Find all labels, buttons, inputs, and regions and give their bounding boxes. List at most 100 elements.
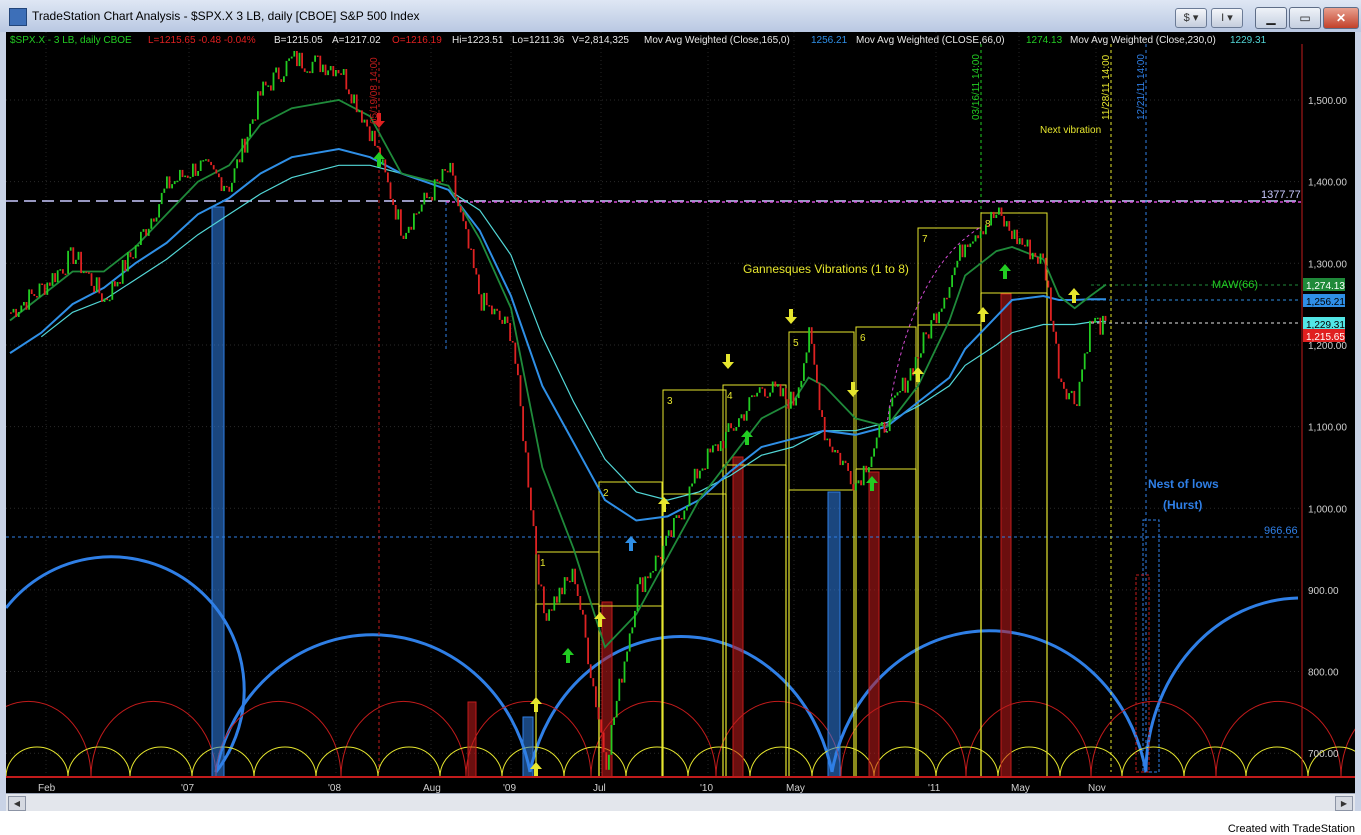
- down-bar: [696, 468, 699, 479]
- up-bar: [1089, 320, 1091, 352]
- yellow-cycle-arcs: [6, 746, 1355, 778]
- down-bar: [792, 391, 795, 406]
- down-bar: [753, 395, 756, 397]
- up-bar: [615, 700, 618, 718]
- up-bar: [920, 353, 922, 358]
- up-bar: [407, 226, 410, 233]
- down-bar: [332, 66, 335, 77]
- down-bar: [511, 341, 514, 343]
- red-arc: [6, 700, 92, 778]
- down-bar: [93, 285, 95, 293]
- down-bar: [168, 176, 171, 189]
- up-bar: [613, 717, 615, 725]
- down-bar: [316, 55, 319, 57]
- up-bar: [969, 243, 972, 248]
- down-bar: [366, 119, 368, 127]
- up-bar: [943, 297, 946, 309]
- down-bar: [488, 305, 491, 307]
- up-bar: [834, 450, 836, 453]
- down-bar: [992, 211, 995, 218]
- down-bar: [678, 515, 680, 518]
- down-bar: [509, 323, 511, 341]
- up-bar: [77, 251, 80, 260]
- down-bar: [966, 244, 969, 247]
- down-bar: [532, 510, 535, 527]
- vibration-box: [855, 326, 917, 470]
- vibration-box-number: 6: [860, 333, 866, 344]
- down-bar: [743, 414, 745, 421]
- up-bar: [756, 392, 758, 397]
- down-bar: [946, 297, 948, 300]
- down-bar: [218, 173, 220, 178]
- up-bar: [231, 182, 233, 192]
- up-bar: [311, 61, 314, 74]
- up-bar: [111, 281, 114, 300]
- down-bar: [519, 375, 522, 407]
- red-arc: [840, 700, 967, 778]
- red-arc: [340, 700, 467, 778]
- down-bar: [550, 609, 553, 611]
- up-bar: [433, 179, 436, 201]
- x-tick-label: Nov: [1088, 783, 1106, 793]
- price-chart[interactable]: 123 45 678 1,500.001,400.001,300.001,200.0…: [6, 32, 1355, 793]
- up-bar: [293, 51, 296, 57]
- up-bar: [413, 213, 415, 230]
- symbol-dropdown-button[interactable]: $ ▾: [1175, 8, 1207, 28]
- maximize-button[interactable]: ▭: [1289, 7, 1321, 29]
- down-bar: [602, 732, 605, 753]
- down-bar: [215, 169, 218, 174]
- down-bar: [514, 342, 517, 364]
- up-bar: [748, 397, 751, 411]
- down-bar: [847, 463, 849, 471]
- up-bar: [855, 483, 857, 491]
- horizontal-scrollbar[interactable]: ◀ ▶: [6, 793, 1355, 812]
- title-bar[interactable]: TradeStation Chart Analysis - $SPX.X 3 L…: [0, 0, 1361, 32]
- up-bar: [691, 483, 693, 487]
- legend-open: O=1216.19: [392, 35, 442, 46]
- cycle-arcs: [6, 555, 1355, 778]
- down-bar: [387, 172, 389, 183]
- down-bar: [368, 126, 371, 142]
- up-bar: [1013, 229, 1016, 239]
- down-bar: [49, 282, 51, 286]
- up-bar: [930, 320, 933, 339]
- nest-label-2: (Hurst): [1163, 498, 1202, 512]
- up-bar: [205, 159, 207, 161]
- tools-dropdown-button[interactable]: I ▾: [1211, 8, 1243, 28]
- down-bar: [524, 441, 527, 453]
- scroll-right-button[interactable]: ▶: [1335, 796, 1353, 811]
- up-bar: [548, 609, 550, 621]
- up-bar: [236, 159, 238, 169]
- up-bar: [686, 506, 688, 511]
- down-bar: [498, 310, 501, 320]
- up-bar: [171, 184, 173, 189]
- yellow-arc: [253, 746, 317, 778]
- down-bar: [717, 444, 719, 452]
- down-bar: [535, 526, 537, 555]
- legend-volume: V=2,814,325: [572, 35, 629, 46]
- scroll-left-button[interactable]: ◀: [8, 796, 26, 811]
- up-bar: [1102, 315, 1104, 335]
- up-bar: [12, 308, 15, 313]
- up-bar: [246, 136, 249, 153]
- up-arrow: [999, 264, 1011, 279]
- label-966: 966.66: [1264, 525, 1298, 537]
- up-bar: [335, 70, 337, 77]
- down-bar: [1076, 404, 1078, 406]
- minimize-button[interactable]: ▁: [1255, 7, 1287, 29]
- up-bar: [483, 292, 485, 311]
- up-bar: [875, 437, 878, 449]
- down-bar: [730, 423, 732, 429]
- up-bar: [1086, 352, 1089, 354]
- down-bar: [472, 249, 475, 269]
- down-bar: [402, 235, 405, 239]
- down-bar: [62, 269, 64, 274]
- up-bar: [1070, 390, 1073, 394]
- up-bar: [956, 260, 959, 268]
- down-bar: [225, 185, 228, 188]
- down-bar: [389, 182, 392, 199]
- down-bar: [277, 67, 280, 80]
- footer: Created with TradeStation: [0, 811, 1361, 835]
- up-bar: [782, 388, 784, 397]
- close-button[interactable]: ✕: [1323, 7, 1359, 29]
